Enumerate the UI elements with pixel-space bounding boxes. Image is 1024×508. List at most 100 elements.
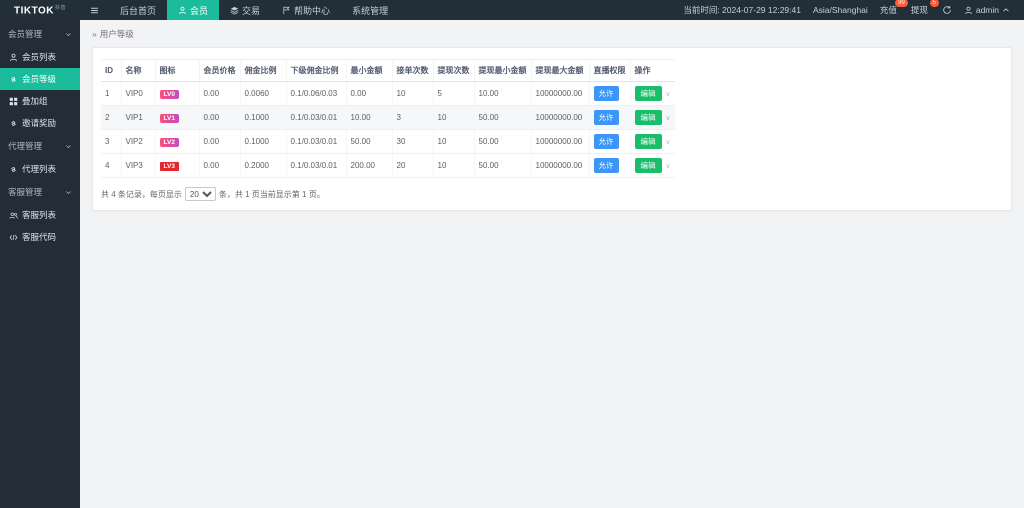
current-time: 当前时间: 2024-07-29 12:29:41 <box>683 5 801 15</box>
sidebar-group-6[interactable]: 代理管理 <box>0 134 80 158</box>
recharge-label: 充值 <box>879 5 897 15</box>
cell-withdraw-max: 10000000.00 <box>531 105 590 130</box>
column-header: ID <box>101 59 122 82</box>
link-icon <box>9 165 18 174</box>
user-icon <box>178 6 187 15</box>
recharge-badge: 99 <box>895 0 908 7</box>
cell-price: 0.00 <box>199 153 241 178</box>
edit-more-caret[interactable]: ∨ <box>666 139 671 146</box>
cell-name: VIP3 <box>121 153 156 178</box>
topnav-item-label: 会员 <box>190 5 209 16</box>
breadcrumb: » 用户等级 <box>92 28 1012 40</box>
topnav-item-4[interactable]: 帮助中心 <box>271 0 341 20</box>
cell-id: 4 <box>101 153 122 178</box>
cell-actions: 编辑 ∨ <box>630 129 675 154</box>
sidebar-item-label: 叠加组 <box>22 96 48 106</box>
sidebar-item-10[interactable]: 客服代码 <box>0 226 80 248</box>
recharge-shortcut[interactable]: 充值 99 <box>879 0 908 16</box>
chevron-down-icon <box>65 143 72 150</box>
cell-permission: 允许 <box>589 153 631 178</box>
topnav-item-label: 帮助中心 <box>294 5 331 16</box>
sidebar-group-label: 客服管理 <box>8 187 43 197</box>
sidebar-group-1[interactable]: 会员管理 <box>0 22 80 46</box>
pager-prefix: 共 4 条记录，每页显示 <box>101 189 182 199</box>
level-badge: LV2 <box>159 137 179 147</box>
edit-button[interactable]: 编辑 <box>634 110 662 125</box>
cell-withdraw-min: 50.00 <box>474 153 532 178</box>
cell-commission: 0.1000 <box>240 105 287 130</box>
sidebar-item-4[interactable]: 叠加组 <box>0 90 80 112</box>
column-header: 接单次数 <box>392 59 434 82</box>
sidebar-item-5[interactable]: 邀请奖励 <box>0 112 80 134</box>
sidebar-item-2[interactable]: 会员列表 <box>0 46 80 68</box>
chevron-down-icon <box>65 31 72 38</box>
edit-more-caret[interactable]: ∨ <box>666 91 671 98</box>
pager-suffix: 条，共 1 页当前显示第 1 页。 <box>218 189 325 199</box>
link-icon <box>9 119 18 128</box>
username: admin <box>975 5 999 15</box>
cell-icon: LV0 <box>155 81 200 106</box>
cell-price: 0.00 <box>199 81 241 106</box>
column-header: 佣金比例 <box>240 59 287 82</box>
edit-button[interactable]: 编辑 <box>634 134 662 149</box>
cell-permission: 允许 <box>589 81 631 106</box>
page-size-select[interactable]: 20 <box>184 187 216 201</box>
column-header: 提现次数 <box>433 59 475 82</box>
column-header: 直播权限 <box>589 59 631 82</box>
sidebar-item-label: 客服代码 <box>22 232 57 242</box>
column-header: 提现最小金额 <box>474 59 532 82</box>
cell-icon: LV3 <box>155 153 200 178</box>
withdraw-shortcut[interactable]: 提现 5 <box>910 0 939 16</box>
column-header: 最小金额 <box>346 59 393 82</box>
level-badge: LV0 <box>159 89 179 99</box>
users-icon <box>9 211 18 220</box>
chevron-up-icon <box>1002 6 1010 14</box>
cell-icon: LV2 <box>155 129 200 154</box>
sidebar-item-7[interactable]: 代理列表 <box>0 158 80 180</box>
topnav-item-label: 后台首页 <box>120 5 157 16</box>
topnav-item-3[interactable]: 交易 <box>219 0 271 20</box>
table-header-row: ID 名称 图标 会员价格 佣金比例 下级佣金比例 最小金额 接单次数 提现次数 提现最小金额 提现… <box>101 59 675 82</box>
edit-more-caret[interactable]: ∨ <box>666 163 671 170</box>
permission-badge: 允许 <box>593 134 619 149</box>
cell-permission: 允许 <box>589 105 631 130</box>
sidebar: 会员管理会员列表 会员等级叠加组邀请奖励代理管理代理列表客服管理客服列表客服代码 <box>0 20 80 508</box>
topnav-item-label: 系统管理 <box>352 5 389 16</box>
brand-logo: TIKTOK抖音 <box>0 0 80 22</box>
sidebar-item-label: 邀请奖励 <box>22 118 57 128</box>
timezone: Asia/Shanghai <box>812 5 868 15</box>
cell-min-amount: 0.00 <box>346 81 393 106</box>
sidebar-group-label: 会员管理 <box>8 29 43 39</box>
cell-orders: 30 <box>392 129 434 154</box>
cell-withdraw-max: 10000000.00 <box>531 129 590 154</box>
cell-min-amount: 200.00 <box>346 153 393 178</box>
chevron-down-icon <box>65 189 72 196</box>
sidebar-item-3[interactable]: 会员等级 <box>0 68 80 90</box>
layers-icon <box>230 6 239 15</box>
brand-sub-label: 抖音 <box>55 5 67 12</box>
sidebar-group-8[interactable]: 客服管理 <box>0 180 80 204</box>
topnav-item-5[interactable]: 系统管理 <box>341 0 399 20</box>
menu-toggle[interactable] <box>80 0 109 20</box>
grid-icon <box>9 97 18 106</box>
sidebar-item-9[interactable]: 客服列表 <box>0 204 80 226</box>
sidebar-group-label: 代理管理 <box>8 141 43 151</box>
withdraw-label: 提现 <box>910 5 928 15</box>
edit-more-caret[interactable]: ∨ <box>666 115 671 122</box>
refresh-icon[interactable] <box>942 5 952 15</box>
permission-badge: 允许 <box>593 110 619 125</box>
cell-sub-commission: 0.1/0.03/0.01 <box>286 129 347 154</box>
cell-price: 0.00 <box>199 105 241 130</box>
topnav-items: 后台首页 会员 交易 帮助中心 系统管理 <box>80 0 399 20</box>
topnav-item-1[interactable]: 后台首页 <box>109 0 167 20</box>
cell-withdraw-min: 50.00 <box>474 129 532 154</box>
user-menu[interactable]: admin <box>964 5 1010 15</box>
column-header: 名称 <box>121 59 156 82</box>
edit-button[interactable]: 编辑 <box>634 158 662 173</box>
table-row: 1 VIP0 LV0 0.00 0.0060 0.1/0.06/0.03 0.00 10 5 10… <box>101 81 675 106</box>
user-level-table: ID 名称 图标 会员价格 佣金比例 下级佣金比例 最小金额 接单次数 提现次数 提现最小金额 提现… <box>101 59 675 178</box>
edit-button[interactable]: 编辑 <box>634 86 662 101</box>
cell-name: VIP1 <box>121 105 156 130</box>
topnav-item-2[interactable]: 会员 <box>167 0 220 20</box>
cell-commission: 0.0060 <box>240 81 287 106</box>
